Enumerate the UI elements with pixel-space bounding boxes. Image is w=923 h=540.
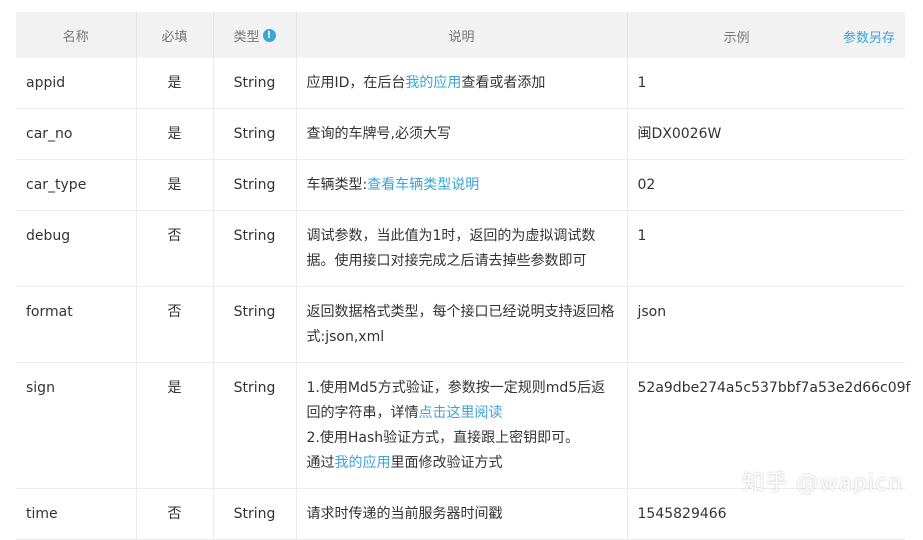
- param-example: 02: [627, 159, 905, 211]
- param-required: 否: [136, 210, 214, 287]
- param-table: 名称 必填 类型! 说明 示例 参数另存 appid 是 String 应用ID…: [16, 12, 910, 540]
- param-example: 1: [627, 58, 905, 109]
- table-row: debug 否 String 调试参数，当此值为1时，返回的为虚拟调试数据。使用…: [16, 210, 905, 287]
- param-type: String: [213, 286, 297, 363]
- param-description: 车辆类型:查看车辆类型说明: [296, 159, 628, 211]
- param-name: debug: [16, 210, 137, 287]
- param-name: appid: [16, 58, 137, 109]
- param-type: String: [213, 108, 297, 160]
- param-required: 是: [136, 58, 214, 109]
- param-description: 查询的车牌号,必须大写: [296, 108, 628, 160]
- param-description: 调试参数，当此值为1时，返回的为虚拟调试数据。使用接口对接完成之后请去掉些参数即…: [296, 210, 628, 287]
- param-description: 1.使用Md5方式验证，参数按一定规则md5后返回的字符串，详情点击这里阅读 2.…: [296, 362, 628, 489]
- param-required: 是: [136, 159, 214, 211]
- header-name: 名称: [16, 12, 137, 58]
- param-required: 是: [136, 108, 214, 160]
- header-example-label: 示例: [723, 31, 750, 46]
- param-type: String: [213, 362, 297, 489]
- save-params-link[interactable]: 参数另存: [843, 27, 895, 46]
- param-example: 闽DX0026W: [627, 108, 905, 160]
- table-header-row: 名称 必填 类型! 说明 示例 参数另存: [16, 12, 905, 58]
- my-app-link[interactable]: 我的应用: [335, 455, 391, 471]
- param-name: time: [16, 488, 137, 540]
- param-description: 请求时传递的当前服务器时间戳: [296, 488, 628, 540]
- param-description: 应用ID，在后台我的应用查看或者添加: [296, 58, 628, 109]
- param-required: 否: [136, 488, 214, 540]
- table-row: car_no 是 String 查询的车牌号,必须大写 闽DX0026W: [16, 108, 905, 160]
- param-name: car_no: [16, 108, 137, 160]
- param-name: format: [16, 286, 137, 363]
- header-description: 说明: [296, 12, 628, 58]
- param-type: String: [213, 159, 297, 211]
- param-name: car_type: [16, 159, 137, 211]
- my-app-link[interactable]: 我的应用: [405, 75, 461, 91]
- param-type: String: [213, 210, 297, 287]
- param-example: json: [627, 286, 905, 363]
- header-example: 示例 参数另存: [627, 12, 905, 58]
- read-more-link[interactable]: 点击这里阅读: [419, 405, 503, 421]
- param-type: String: [213, 488, 297, 540]
- info-icon[interactable]: !: [262, 28, 276, 42]
- param-name: sign: [16, 362, 137, 489]
- param-description: 返回数据格式类型，每个接口已经说明支持返回格式:json,xml: [296, 286, 628, 363]
- watermark: 知乎 @wapicn: [742, 471, 903, 496]
- param-type: String: [213, 58, 297, 109]
- car-type-doc-link[interactable]: 查看车辆类型说明: [367, 177, 479, 193]
- param-table-container: 名称 必填 类型! 说明 示例 参数另存 appid 是 String 应用ID…: [16, 12, 910, 540]
- table-row: appid 是 String 应用ID，在后台我的应用查看或者添加 1: [16, 58, 905, 109]
- header-type: 类型!: [213, 12, 297, 58]
- param-required: 是: [136, 362, 214, 489]
- table-row: format 否 String 返回数据格式类型，每个接口已经说明支持返回格式:…: [16, 286, 905, 363]
- param-required: 否: [136, 286, 214, 363]
- header-required: 必填: [136, 12, 214, 58]
- param-example: 1: [627, 210, 905, 287]
- table-row: car_type 是 String 车辆类型:查看车辆类型说明 02: [16, 159, 905, 211]
